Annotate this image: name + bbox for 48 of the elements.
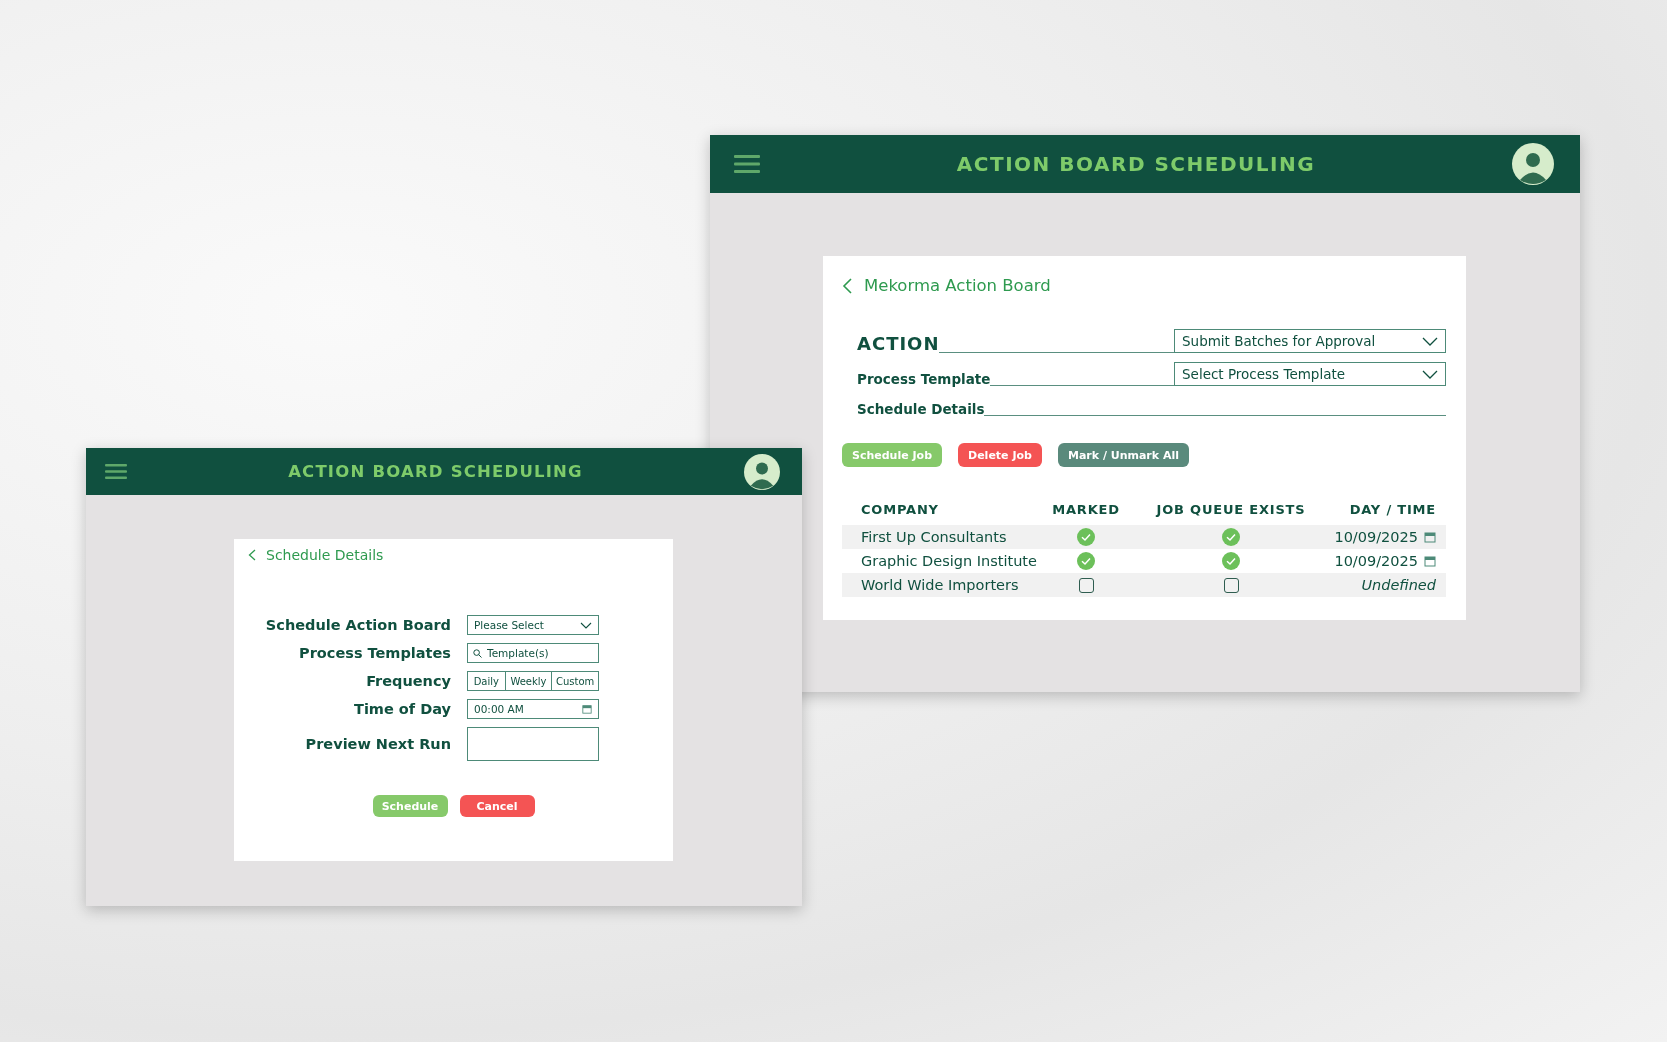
calendar-icon[interactable]	[1424, 531, 1436, 543]
checkbox[interactable]	[1078, 577, 1094, 593]
date-cell: 10/09/2025	[1334, 553, 1418, 569]
avatar-icon[interactable]	[744, 453, 780, 490]
avatar-icon[interactable]	[1512, 143, 1554, 185]
field-label: Time of Day	[353, 701, 451, 717]
action-button[interactable]: Mark / Unmark All	[1057, 443, 1189, 467]
process-template-label: Process Template	[857, 371, 991, 387]
window-title: ACTION BOARD SCHEDULING	[287, 462, 584, 481]
window-title: ACTION BOARD SCHEDULING	[955, 152, 1317, 176]
column-header: DAY / TIME	[1348, 501, 1436, 517]
field-label: Preview Next Run	[304, 736, 451, 752]
check-circle-icon[interactable]	[1222, 528, 1240, 546]
time-field[interactable]: 00:00 AM	[467, 699, 599, 719]
back-link[interactable]: Schedule Details	[248, 547, 384, 563]
action-label: ACTION	[857, 333, 940, 354]
select-dropdown[interactable]: Please Select	[467, 615, 599, 635]
company-cell-text: First Up Consultants	[861, 529, 1008, 545]
check-circle-icon[interactable]	[1077, 528, 1095, 546]
field-label: Frequency	[365, 673, 451, 689]
field-label: Process Templates	[298, 645, 451, 661]
check-circle-icon[interactable]	[1077, 552, 1095, 570]
process-template-dropdown[interactable]: Select Process Template	[1174, 362, 1446, 386]
back-link[interactable]: Mekorma Action Board	[842, 276, 1051, 295]
menu-icon[interactable]	[105, 463, 127, 480]
action-dropdown[interactable]: Submit Batches for Approval	[1174, 329, 1446, 353]
preview-field[interactable]	[467, 727, 599, 761]
calendar-icon[interactable]	[1424, 555, 1436, 567]
date-cell: Undefined	[1361, 577, 1436, 593]
back-chevron-icon	[842, 277, 852, 294]
schedule-details-label: Schedule Details	[857, 401, 985, 417]
search-field[interactable]: Template(s)	[467, 643, 599, 663]
checkbox[interactable]	[1223, 577, 1239, 593]
chevron-down-icon	[1422, 369, 1438, 379]
search-icon	[473, 648, 482, 658]
column-header: COMPANY	[861, 501, 940, 517]
check-circle-icon[interactable]	[1222, 552, 1240, 570]
chevron-down-icon	[1422, 336, 1438, 346]
column-header: JOB QUEUE EXISTS	[1154, 501, 1307, 517]
column-header: MARKED	[1051, 501, 1121, 517]
field-label: Schedule Action Board	[264, 617, 451, 633]
company-cell: Graphic Design Institute	[861, 553, 1036, 569]
company-cell-text: World Wide Importers	[861, 577, 1020, 593]
chevron-down-icon	[580, 621, 592, 629]
back-chevron-icon	[248, 549, 256, 561]
menu-icon[interactable]	[734, 154, 760, 174]
calendar-icon	[582, 704, 592, 714]
date-cell: 10/09/2025	[1334, 529, 1418, 545]
